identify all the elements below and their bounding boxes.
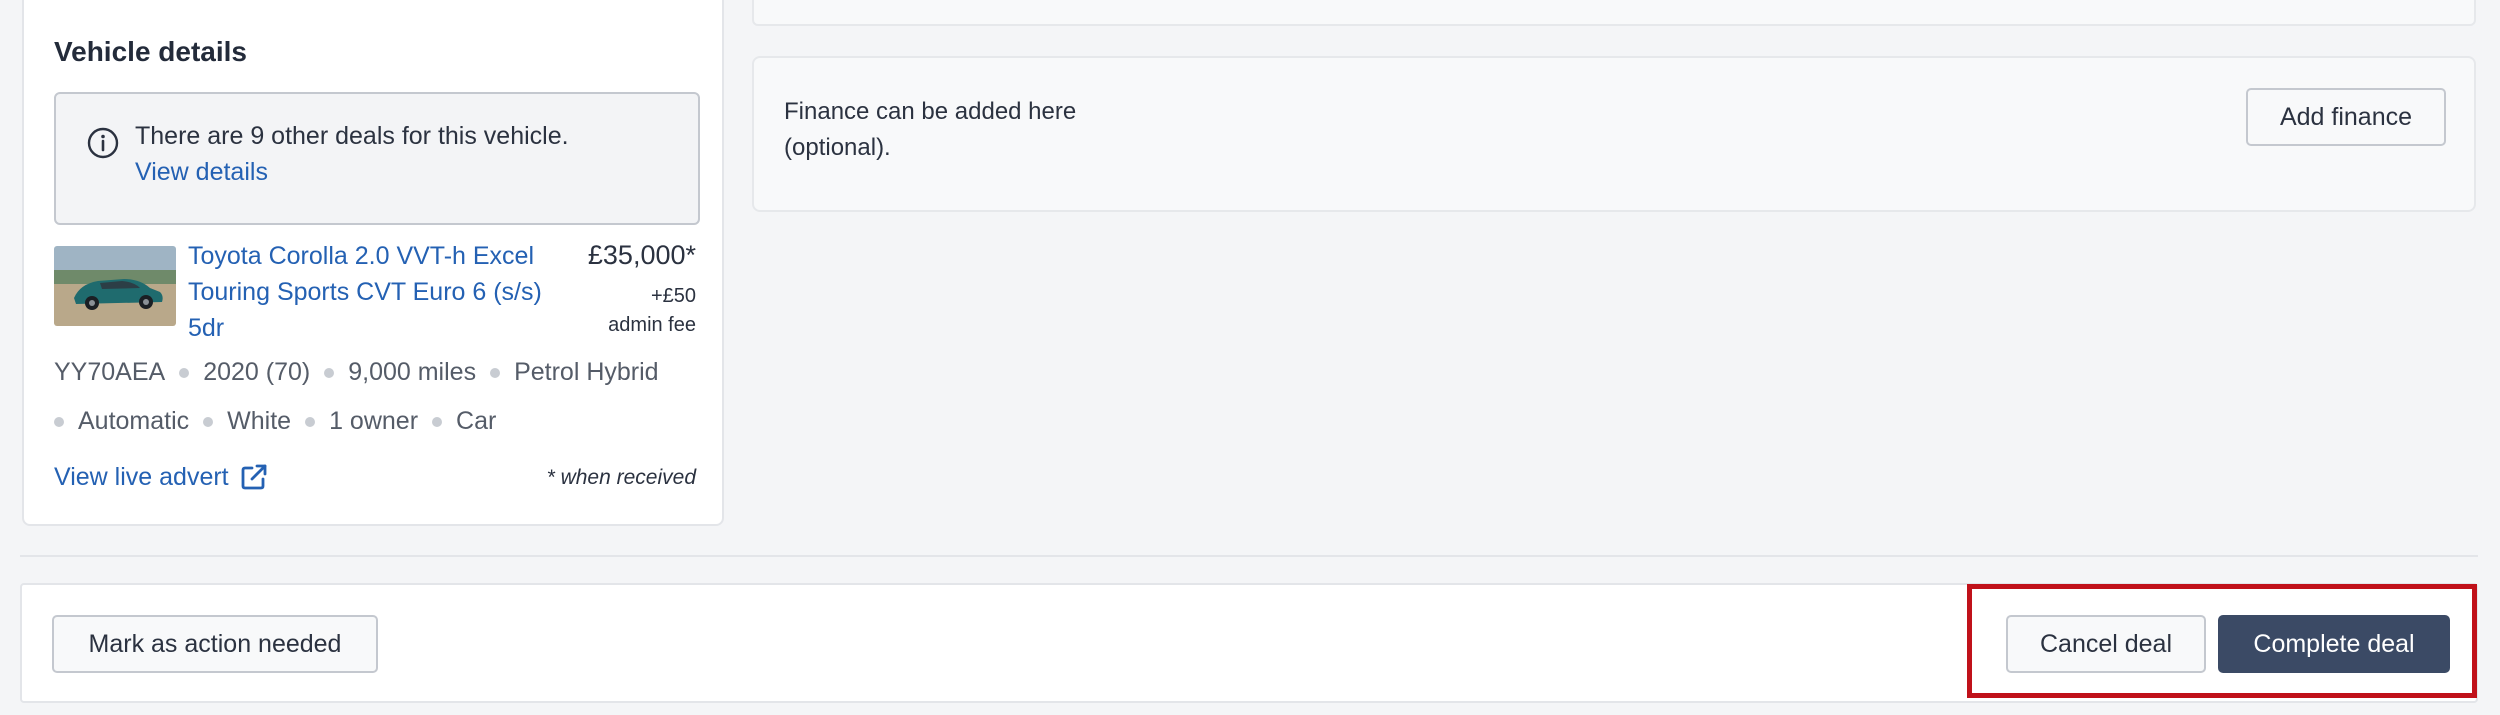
vehicle-price: £35,000* xyxy=(587,240,696,270)
section-divider xyxy=(20,555,2478,557)
separator-dot xyxy=(54,416,64,427)
separator-dot xyxy=(324,367,335,378)
cancel-deal-button[interactable]: Cancel deal xyxy=(2006,615,2206,673)
vehicle-specs-row-1: YY70AEA 2020 (70) 9,000 miles Petrol Hyb… xyxy=(54,358,659,387)
mileage: 9,000 miles xyxy=(348,358,477,386)
finance-panel: Finance can be added here (optional). Ad… xyxy=(752,56,2476,212)
owners: 1 owner xyxy=(329,407,419,435)
external-link-icon xyxy=(241,464,267,490)
info-icon xyxy=(87,127,119,159)
separator-dot xyxy=(490,367,501,378)
finance-description: Finance can be added here (optional). xyxy=(784,98,1077,161)
separator-dot xyxy=(305,416,316,427)
registration: YY70AEA xyxy=(54,358,166,386)
page: Vehicle details There are 9 other deals … xyxy=(0,0,2500,715)
colour: White xyxy=(227,407,292,435)
price-footnote: * when received xyxy=(546,466,696,489)
year: 2020 (70) xyxy=(203,358,311,386)
transmission: Automatic xyxy=(78,407,190,435)
separator-dot xyxy=(203,416,214,427)
fuel-type: Petrol Hybrid xyxy=(514,358,659,386)
admin-fee-amount: +£50 xyxy=(650,285,696,307)
view-details-link[interactable]: View details xyxy=(135,158,268,187)
deal-action-bar: Mark as action needed Cancel deal Comple… xyxy=(20,583,2478,703)
vehicle-name-link[interactable]: Toyota Corolla 2.0 VVT-h Excel Touring S… xyxy=(188,238,558,346)
separator-dot xyxy=(179,367,190,378)
vehicle-thumbnail[interactable] xyxy=(54,246,176,326)
add-finance-button[interactable]: Add finance xyxy=(2246,88,2446,146)
mark-as-action-needed-button[interactable]: Mark as action needed xyxy=(52,615,378,673)
vehicle-specs-row-2: Automatic White 1 owner Car xyxy=(54,407,496,436)
vehicle-details-title: Vehicle details xyxy=(54,36,247,67)
view-live-advert-link[interactable]: View live advert xyxy=(54,462,269,492)
view-live-advert-label: View live advert xyxy=(54,462,229,491)
other-deals-notice: There are 9 other deals for this vehicle… xyxy=(54,92,700,225)
admin-fee: +£50 admin fee xyxy=(556,282,696,340)
separator-dot xyxy=(432,416,443,427)
complete-deal-button[interactable]: Complete deal xyxy=(2218,615,2450,673)
vehicle-details-card: Vehicle details There are 9 other deals … xyxy=(22,0,724,526)
admin-fee-label: admin fee xyxy=(608,314,696,336)
other-deals-text: There are 9 other deals for this vehicle… xyxy=(135,122,569,150)
previous-panel-edge xyxy=(752,0,2476,26)
body-type: Car xyxy=(456,407,497,435)
